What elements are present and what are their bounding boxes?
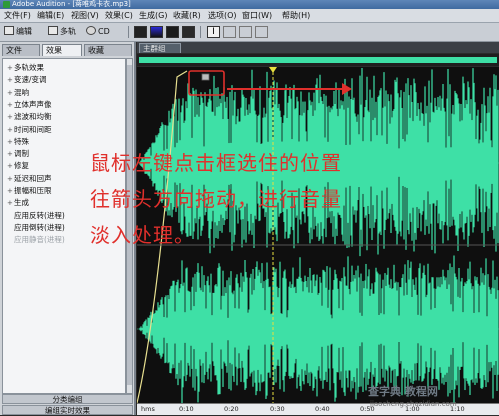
time-selection-tool-icon[interactable]: I bbox=[207, 26, 220, 38]
expand-plus-icon: + bbox=[7, 113, 13, 122]
expand-plus-icon: + bbox=[7, 199, 13, 208]
tree-item-label: 时间和间距 bbox=[14, 124, 52, 134]
tree-item-label: 振幅和压限 bbox=[14, 186, 52, 195]
expand-plus-icon: + bbox=[7, 187, 13, 195]
window-title: Adobe Audition - [蒋唯鸡卡衣.mp3] bbox=[12, 0, 131, 8]
tree-item-label: 应用静音(进程) bbox=[14, 235, 65, 245]
timeline-tick: 0:10 bbox=[179, 405, 194, 413]
tree-item-label: 应用反转(进程) bbox=[14, 210, 65, 220]
tree-item[interactable]: +混响 bbox=[7, 87, 29, 98]
marquee-tool-icon[interactable] bbox=[223, 26, 236, 38]
timeline-tick: 0:40 bbox=[315, 405, 330, 413]
tab-groups[interactable]: 分类编组 bbox=[2, 394, 133, 404]
tree-item-label: 修复 bbox=[14, 161, 29, 171]
tree-item[interactable]: +立体声声像 bbox=[7, 99, 52, 110]
expand-plus-icon: + bbox=[7, 162, 13, 171]
playhead-marker-icon[interactable] bbox=[269, 67, 277, 73]
menu-options[interactable]: 选项(O) bbox=[208, 9, 237, 22]
menu-edit[interactable]: 编辑(E) bbox=[37, 9, 64, 22]
tree-item[interactable]: +调制 bbox=[7, 148, 29, 159]
tree-item[interactable]: +特殊 bbox=[7, 136, 29, 147]
tree-item[interactable]: +修复 bbox=[7, 160, 29, 171]
tree-item[interactable]: +多轨效果 bbox=[7, 62, 44, 73]
tree-item-label: 多轨效果 bbox=[14, 63, 44, 72]
cd-view-button[interactable]: CD bbox=[86, 25, 110, 39]
watermark-brand: 查字典 教程网 bbox=[368, 385, 438, 398]
tree-item-label: 混响 bbox=[14, 87, 29, 97]
menu-effects[interactable]: 效果(C) bbox=[105, 9, 133, 22]
menu-bar: 文件(F) 编辑(E) 视图(V) 效果(C) 生成(G) 收藏(R) 选项(O… bbox=[0, 9, 499, 23]
annotation-line-3: 淡入处理。 bbox=[90, 223, 195, 247]
menu-view[interactable]: 视图(V) bbox=[71, 9, 99, 22]
expand-plus-icon: + bbox=[7, 64, 13, 72]
tree-item-label: 应用倒转(进程) bbox=[14, 222, 65, 232]
timeline-tick: hms bbox=[141, 405, 155, 413]
multitrack-icon bbox=[48, 26, 58, 35]
tab-effects[interactable]: 效果 bbox=[42, 44, 82, 56]
tree-item-label: 调制 bbox=[14, 149, 29, 159]
waveform-display-icon[interactable] bbox=[134, 26, 147, 38]
menu-window[interactable]: 窗口(W) bbox=[242, 9, 272, 22]
menu-help[interactable]: 帮助(H) bbox=[282, 9, 310, 22]
expand-plus-icon: + bbox=[7, 174, 13, 183]
overview-range bbox=[139, 57, 497, 63]
tree-item[interactable]: +延迟和回声 bbox=[7, 173, 52, 184]
tree-item[interactable]: +变速/变调 bbox=[7, 74, 47, 85]
tab-files[interactable]: 文件 bbox=[2, 44, 40, 56]
phase-display-icon[interactable] bbox=[182, 26, 195, 38]
waveform-icon bbox=[4, 26, 14, 35]
fade-handle[interactable] bbox=[201, 73, 210, 81]
pan-display-icon[interactable] bbox=[166, 26, 179, 38]
overview-bar[interactable] bbox=[137, 54, 499, 66]
expand-plus-icon: + bbox=[7, 137, 13, 146]
menu-generate[interactable]: 生成(G) bbox=[139, 9, 167, 22]
cd-icon bbox=[86, 26, 96, 35]
tree-item-label: 特殊 bbox=[14, 136, 29, 146]
multitrack-view-button[interactable]: 多轨 bbox=[48, 25, 76, 39]
tree-item[interactable]: 应用反转(进程) bbox=[7, 210, 65, 221]
audition-logo-icon bbox=[3, 1, 10, 8]
tab-favorites[interactable]: 收藏 bbox=[84, 44, 132, 56]
tree-item-label: 延迟和回声 bbox=[14, 173, 52, 183]
tree-item[interactable]: 应用倒转(进程) bbox=[7, 222, 65, 233]
annotation-line-2: 往箭头方向拖动，进行音量 bbox=[90, 187, 342, 211]
menu-file[interactable]: 文件(F) bbox=[4, 9, 31, 22]
spectral-display-icon[interactable] bbox=[150, 26, 163, 38]
menu-favorites[interactable]: 收藏(R) bbox=[173, 9, 201, 22]
tree-item-label: 生成 bbox=[14, 198, 29, 208]
expand-plus-icon: + bbox=[7, 76, 13, 85]
tree-item[interactable]: +生成 bbox=[7, 197, 29, 208]
tree-item[interactable]: +时间和间距 bbox=[7, 124, 52, 135]
tree-item[interactable]: +振幅和压限 bbox=[7, 185, 52, 196]
toolbar: 编辑 多轨 CD I bbox=[0, 23, 499, 42]
timeline-tick: 0:30 bbox=[270, 405, 285, 413]
tree-item-label: 滤波和均衡 bbox=[14, 112, 52, 122]
expand-plus-icon: + bbox=[7, 125, 13, 134]
tree-item-label: 变速/变调 bbox=[14, 75, 47, 85]
annotation-line-1: 鼠标左键点击框选住的位置 bbox=[90, 151, 342, 175]
expand-plus-icon: + bbox=[7, 100, 13, 109]
title-bar: Adobe Audition - [蒋唯鸡卡衣.mp3] bbox=[0, 0, 499, 9]
toolbar-divider bbox=[200, 26, 201, 38]
expand-plus-icon: + bbox=[7, 88, 13, 97]
tab-main-group[interactable]: 主群组 bbox=[139, 43, 181, 53]
tab-realtime-effects[interactable]: 编组实时效果 bbox=[2, 405, 133, 415]
watermark-url: jiaocheng.chazidian.com bbox=[370, 400, 457, 408]
editor-tab-bar: 主群组 bbox=[137, 42, 499, 53]
tree-item[interactable]: +滤波和均衡 bbox=[7, 111, 52, 122]
lasso-tool-icon[interactable] bbox=[239, 26, 252, 38]
timeline-tick: 0:20 bbox=[224, 405, 239, 413]
tree-item[interactable]: 应用静音(进程) bbox=[7, 234, 65, 245]
expand-plus-icon: + bbox=[7, 150, 13, 159]
toolbar-divider bbox=[128, 26, 129, 38]
tree-item-label: 立体声声像 bbox=[14, 99, 52, 109]
edit-view-button[interactable]: 编辑 bbox=[4, 25, 32, 39]
hand-tool-icon[interactable] bbox=[255, 26, 268, 38]
